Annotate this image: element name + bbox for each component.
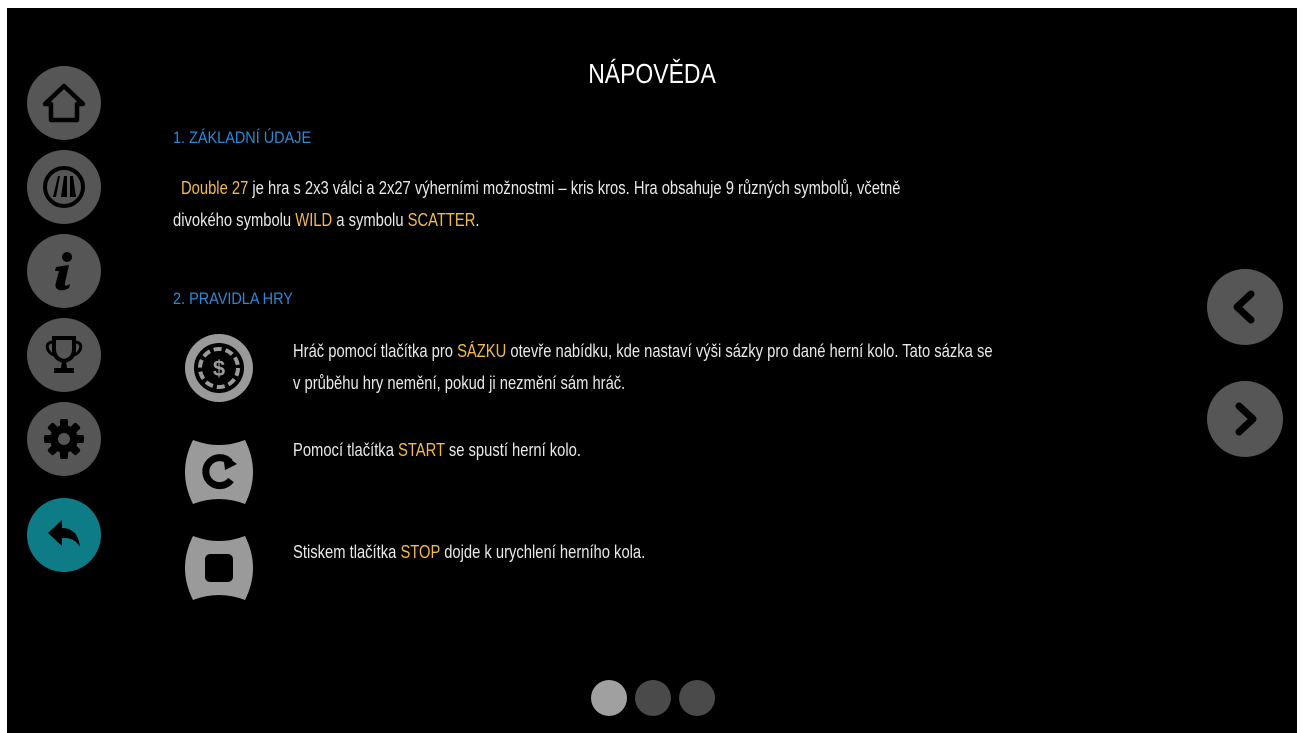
settings-button[interactable] xyxy=(27,402,101,476)
rule-stop-line-1: Stiskem tlačítka STOP dojde k urychlení … xyxy=(293,542,646,562)
pagination-dot-3[interactable] xyxy=(679,680,715,716)
trophy-icon xyxy=(45,336,83,373)
game-logo-icon xyxy=(43,166,85,208)
section-heading-rules: 2. PRAVIDLA HRY xyxy=(173,289,293,308)
bet-coin-icon: $ xyxy=(185,334,253,402)
start-icon xyxy=(185,440,253,504)
back-arrow-icon xyxy=(48,520,80,547)
page-title: NÁPOVĚDA xyxy=(588,58,716,89)
section-heading-basics: 1. ZÁKLADNÍ ÚDAJE xyxy=(173,128,312,147)
basics-paragraph-line-1: Double 27 je hra s 2x3 válci a 2x27 výhe… xyxy=(181,178,901,198)
chevron-left-icon xyxy=(1233,290,1255,324)
pagination-dot-2[interactable] xyxy=(635,680,671,716)
game-logo-button[interactable] xyxy=(27,150,101,224)
wild-highlight: WILD xyxy=(295,210,333,230)
rule-bet-line-2: v průběhu hry nemění, pokud ji nezmění s… xyxy=(293,373,626,393)
rule-bet-line-1: Hráč pomocí tlačítka pro SÁZKU otevře na… xyxy=(293,341,993,361)
stop-highlight: STOP xyxy=(400,542,441,562)
bet-highlight: SÁZKU xyxy=(457,341,507,361)
home-icon xyxy=(42,83,86,123)
info-button[interactable] xyxy=(27,234,101,308)
chevron-right-icon xyxy=(1235,402,1257,436)
game-name: Double 27 xyxy=(181,178,249,198)
previous-page-button[interactable] xyxy=(1207,269,1283,345)
rule-start-line-1: Pomocí tlačítka START se spustí herní ko… xyxy=(293,440,581,460)
help-screen: NÁPOVĚDA 1. ZÁKLADNÍ ÚDAJE Double 27 je … xyxy=(7,8,1297,733)
pagination-dot-1[interactable] xyxy=(591,680,627,716)
next-page-button[interactable] xyxy=(1207,381,1283,457)
info-icon xyxy=(55,252,72,291)
gear-icon xyxy=(44,419,84,459)
home-button[interactable] xyxy=(27,66,101,140)
basics-paragraph-line-2: divokého symbolu WILD a symbolu SCATTER. xyxy=(173,210,480,230)
back-button[interactable] xyxy=(27,498,101,572)
trophy-button[interactable] xyxy=(27,318,101,392)
stop-icon xyxy=(185,536,253,600)
start-highlight: START xyxy=(398,440,445,460)
svg-text:$: $ xyxy=(213,356,225,381)
scatter-highlight: SCATTER xyxy=(407,210,476,230)
